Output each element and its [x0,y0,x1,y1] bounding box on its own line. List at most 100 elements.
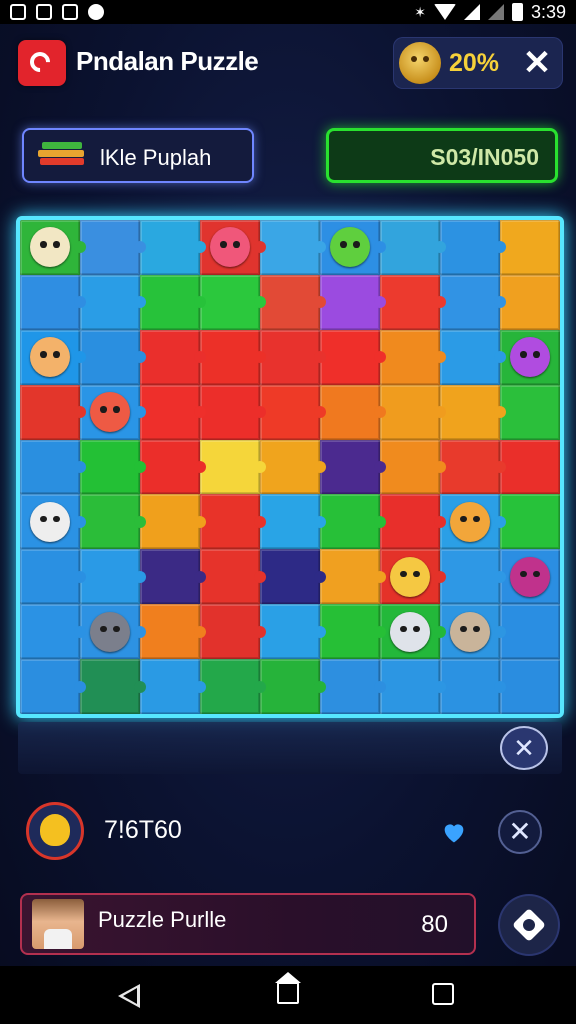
stacked-books-icon [36,142,86,170]
puzzle-piece[interactable] [320,384,386,440]
puzzle-piece[interactable] [140,220,206,275]
bus-notification-icon [62,4,78,20]
puzzle-piece[interactable] [260,220,326,275]
puzzle-piece[interactable] [500,659,560,714]
puzzle-piece[interactable] [440,659,506,714]
puzzle-piece[interactable] [80,494,146,550]
puzzle-piece[interactable] [200,604,266,660]
puzzle-piece[interactable] [440,220,506,275]
character-redhead-girl [30,337,70,378]
puzzle-piece[interactable] [500,494,560,550]
puzzle-piece[interactable] [20,659,86,714]
character-tan-bird [450,611,490,652]
puzzle-piece[interactable] [20,549,86,605]
lion-coin-icon [399,42,441,84]
puzzle-piece[interactable] [20,439,86,495]
character-white-cat [30,501,70,542]
character-purple-demon [510,556,550,597]
puzzle-piece[interactable] [260,329,326,385]
puzzle-piece[interactable] [260,439,326,495]
level-button[interactable]: lKle Puplah [22,128,254,183]
puzzle-piece[interactable] [380,220,446,275]
puzzle-piece[interactable] [440,384,506,440]
puzzle-piece[interactable] [200,549,266,605]
puzzle-piece[interactable] [260,604,326,660]
puzzle-piece[interactable] [260,549,326,605]
puzzle-piece[interactable] [380,659,446,714]
puzzle-piece[interactable] [260,274,326,330]
puzzle-piece[interactable] [380,274,446,330]
puzzle-piece[interactable] [140,494,206,550]
puzzle-piece[interactable] [80,659,146,714]
puzzle-piece[interactable] [200,494,266,550]
puzzle-piece[interactable] [20,274,86,330]
puzzle-piece[interactable] [320,439,386,495]
progress-pill: 20% ✕ [393,37,563,89]
puzzle-piece[interactable] [320,329,386,385]
puzzle-piece[interactable] [500,220,560,275]
player-score: 7!6T60 [104,816,182,844]
puzzle-piece[interactable] [260,384,326,440]
status-time: 3:39 [530,1,566,22]
puzzle-piece-button[interactable] [500,896,558,954]
signal-icon [463,4,480,20]
puzzle-piece[interactable] [140,659,206,714]
puzzle-piece[interactable] [200,439,266,495]
puzzle-piece[interactable] [20,384,86,440]
navigation-bar [0,966,576,1024]
header-close-button[interactable]: ✕ [519,45,555,81]
puzzle-piece[interactable] [380,439,446,495]
puzzle-piece[interactable] [320,659,386,714]
puzzle-piece[interactable] [440,274,506,330]
puzzle-piece[interactable] [140,549,206,605]
friend-card[interactable]: Puzzle Purlle 80 [20,893,476,955]
puzzle-piece[interactable] [140,384,206,440]
puzzle-piece[interactable] [200,659,266,714]
player-close-button[interactable]: ✕ [498,810,542,854]
puzzle-piece[interactable] [320,494,386,550]
puzzle-piece[interactable] [80,439,146,495]
puzzle-piece[interactable] [200,384,266,440]
puzzle-piece[interactable] [500,604,560,660]
signal-secondary-icon [487,4,504,20]
puzzle-piece[interactable] [320,604,386,660]
puzzle-piece[interactable] [500,439,560,495]
vibrate-icon: ✶ [414,3,426,20]
player-avatar[interactable] [26,802,84,860]
puzzle-piece[interactable] [440,329,506,385]
status-left-icons [10,4,104,20]
puzzle-piece[interactable] [380,329,446,385]
puzzle-piece[interactable] [380,494,446,550]
recent-apps-icon[interactable] [432,983,454,1005]
puzzle-piece[interactable] [500,274,560,330]
news-notification-icon [36,4,52,20]
puzzle-piece[interactable] [140,604,206,660]
puzzle-board[interactable] [16,216,564,718]
wifi-icon [433,4,456,20]
puzzle-piece[interactable] [380,384,446,440]
puzzle-piece[interactable] [80,220,146,275]
board-close-button[interactable]: ✕ [500,726,548,770]
home-icon[interactable] [275,972,301,1004]
puzzle-piece[interactable] [80,329,146,385]
puzzle-piece[interactable] [140,439,206,495]
puzzle-piece[interactable] [200,274,266,330]
puzzle-piece[interactable] [80,549,146,605]
puzzle-piece[interactable] [20,604,86,660]
puzzle-piece[interactable] [440,439,506,495]
puzzle-piece[interactable] [500,384,560,440]
puzzle-piece[interactable] [200,329,266,385]
character-white-shark [390,611,430,652]
status-right-icons: ✶ 3:39 [414,2,566,23]
puzzle-piece[interactable] [320,274,386,330]
puzzle-piece[interactable] [260,494,326,550]
puzzle-piece[interactable] [260,659,326,714]
puzzle-piece[interactable] [80,274,146,330]
heart-icon[interactable] [440,818,468,846]
puzzle-piece[interactable] [140,274,206,330]
friend-avatar [32,899,84,949]
puzzle-piece[interactable] [140,329,206,385]
back-icon[interactable] [118,984,140,1008]
puzzle-piece[interactable] [320,549,386,605]
puzzle-piece[interactable] [440,549,506,605]
